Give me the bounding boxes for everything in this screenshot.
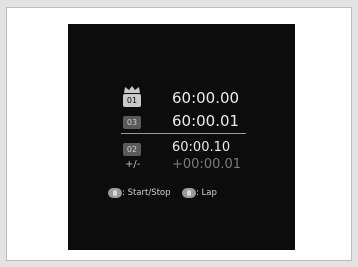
lap-badge-current: 03 [123, 116, 141, 129]
lap-time-current: 60:00.01 [172, 112, 240, 130]
lap-badge-previous: 02 [123, 143, 141, 156]
difference-label: +/- [125, 159, 141, 170]
start-stop-button-icon [108, 188, 122, 198]
crown-icon [124, 86, 140, 93]
divider [121, 133, 246, 134]
stopwatch-display: 01 60:00.00 03 60:00.01 02 60:00.10 +/- … [68, 24, 295, 250]
start-stop-hint: : Start/Stop [122, 188, 171, 198]
controls-legend: : Start/Stop : Lap [108, 188, 295, 202]
current-lap-row: 03 60:00.01 [68, 112, 295, 134]
difference-row: +/- +00:00.01 [68, 157, 295, 179]
lap-button-icon [181, 188, 196, 198]
lap-time-previous: 60:00.10 [172, 140, 231, 155]
best-lap-row: 01 60:00.00 [68, 86, 295, 108]
lap-badge-best: 01 [123, 94, 141, 107]
lap-time-best: 60:00.00 [172, 89, 240, 107]
lap-hint: : Lap [195, 188, 217, 198]
difference-time: +00:00.01 [172, 157, 242, 172]
